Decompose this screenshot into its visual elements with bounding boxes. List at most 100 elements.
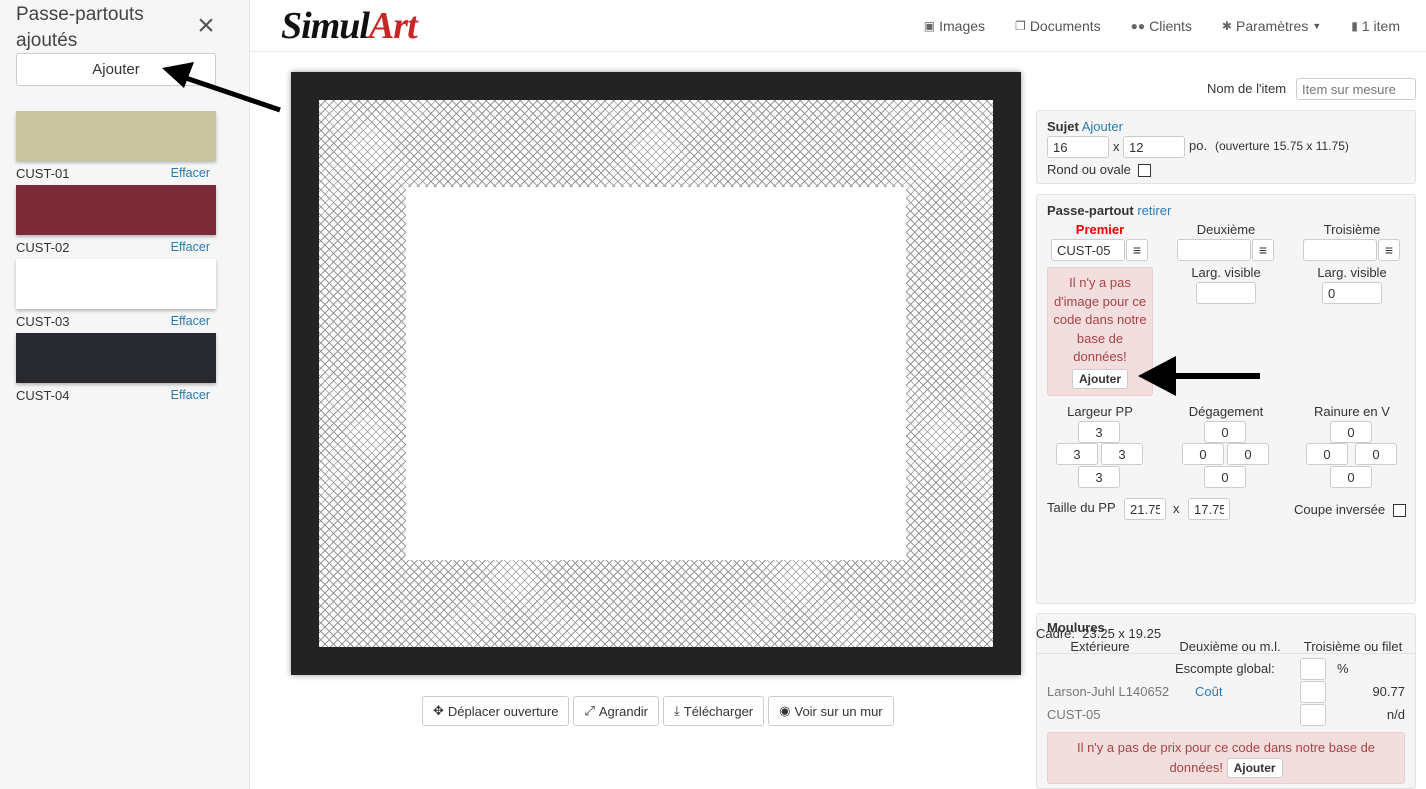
first-mat-label: Premier [1075,222,1125,237]
item-name-input[interactable] [1296,78,1416,100]
mat-item-4[interactable]: CUST-04 Effacer [16,333,216,403]
mat-size-label: Taille du PP [1047,500,1116,515]
reverse-cut-label: Coupe inversée [1294,502,1386,517]
discount-input[interactable] [1300,658,1326,680]
delete-mat-link[interactable]: Effacer [171,240,210,255]
move-icon: ✥ [433,703,444,718]
subject-height-input[interactable] [1123,136,1185,158]
second-visible-label: Larg. visible [1191,265,1261,280]
alert-add-image-button[interactable]: Ajouter [1072,368,1128,389]
file-icon: ▮ [1351,19,1358,33]
mat-panel-title: Passe-partout [1047,203,1134,218]
moulding-price-name: Larson-Juhl L140652 [1047,684,1170,699]
mats-sidebar: Passe-partouts ajoutés × Ajouter CUST-01… [0,0,250,789]
offset-label: Dégagement [1188,404,1264,419]
exterior-label: Extérieure [1070,639,1130,654]
sidebar-title: Passe-partouts ajoutés [16,4,144,51]
mat-code: CUST-02 [16,240,70,255]
mat-code: CUST-03 [16,314,70,329]
delete-mat-link[interactable]: Effacer [171,166,210,181]
round-label: Rond ou ovale [1047,162,1131,177]
third-visible-input[interactable] [1322,282,1382,304]
vgroove-left[interactable] [1306,443,1348,465]
mat-item-3[interactable]: CUST-03 Effacer [16,259,216,329]
image-icon: ▣ [923,19,936,33]
pricing-panel: Escompte global: % Larson-Juhl L140652 C… [1036,653,1416,789]
subject-width-input[interactable] [1047,136,1109,158]
first-mat-input[interactable] [1051,239,1125,261]
mat-width-right[interactable] [1101,443,1143,465]
mat-preview [319,100,993,647]
mat-size-height[interactable] [1188,498,1230,520]
mat-width-label: Largeur PP [1067,404,1133,419]
vgroove-right[interactable] [1355,443,1397,465]
round-checkbox[interactable] [1138,164,1151,177]
subject-title: Sujet [1047,119,1079,134]
mat-code: CUST-01 [16,166,70,181]
opening-size: (ouverture 15.75 x 11.75) [1215,139,1349,153]
item-name-label: Nom de l'item [1207,81,1287,96]
offset-bottom[interactable] [1204,466,1246,488]
mat-width-left[interactable] [1056,443,1098,465]
subject-panel: Sujet Ajouter x po. (ouverture 15.75 x 1… [1036,110,1416,184]
app-logo[interactable]: SimulArt [281,4,418,48]
nav-images[interactable]: ▣ Images [924,18,985,34]
documents-icon: ❐ [1015,19,1026,33]
users-icon: ●● [1130,19,1146,33]
move-opening-button[interactable]: ✥ Déplacer ouverture [422,696,570,726]
vgroove-top[interactable] [1330,421,1372,443]
list-menu-icon[interactable]: ≡ [1126,239,1148,261]
mat-width-bottom[interactable] [1078,466,1120,488]
download-icon: ⤓ [674,703,680,718]
list-menu-icon[interactable]: ≡ [1378,239,1400,261]
eye-icon: ◉ [779,703,791,718]
gear-icon: ✱ [1221,19,1232,33]
enlarge-button[interactable]: ⤢ Agrandir [573,696,660,726]
vgroove-bottom[interactable] [1330,466,1372,488]
preview-actions: ✥ Déplacer ouverture ⤢ Agrandir ⤓ Télécharg… [422,696,894,726]
caret-down-icon: ▼ [1312,21,1322,31]
third-visible-label: Larg. visible [1317,265,1387,280]
alert-add-price-button[interactable]: Ajouter [1226,758,1283,778]
nav-documents[interactable]: ❐ Documents [1015,18,1101,34]
nav-clients[interactable]: ●● Clients [1131,18,1192,34]
frame-size: Cadre: 23.25 x 19.25 [1036,626,1162,641]
mat-item-1[interactable]: CUST-01 Effacer [16,111,216,181]
download-button[interactable]: ⤓ Télécharger [663,696,765,726]
close-icon[interactable]: × [194,11,218,41]
list-menu-icon[interactable]: ≡ [1252,239,1274,261]
mat-item-2[interactable]: CUST-02 Effacer [16,185,216,255]
offset-top[interactable] [1204,421,1246,443]
mat-swatch[interactable] [16,259,216,309]
third-mat-input[interactable] [1303,239,1377,261]
mat-swatch[interactable] [16,185,216,235]
vgroove-label: Rainure en V [1314,404,1390,419]
add-subject-link[interactable]: Ajouter [1082,119,1123,134]
nav-items[interactable]: ▮ 1 item [1351,18,1400,34]
reverse-cut-checkbox[interactable] [1393,504,1406,517]
third-moulding-label: Troisième ou filet [1303,639,1403,654]
mat-swatch[interactable] [16,111,216,161]
mat-price-input[interactable] [1300,704,1326,726]
view-on-wall-button[interactable]: ◉ Voir sur un mur [768,696,894,726]
nav-settings[interactable]: ✱ Paramètres ▼ [1222,18,1321,34]
discount-label: Escompte global: [1175,661,1275,676]
moulding-price: 90.77 [1372,684,1405,699]
artwork-opening[interactable] [406,187,906,560]
mat-swatch[interactable] [16,333,216,383]
annotation-arrow-icon [162,62,281,113]
delete-mat-link[interactable]: Effacer [171,314,210,329]
top-header: SimulArt ▣ Images ❐ Documents ●● Clients… [251,0,1426,52]
mat-size-width[interactable] [1124,498,1166,520]
remove-mat-link[interactable]: retirer [1137,203,1171,218]
third-mat-label: Troisième [1323,222,1381,237]
frame-preview[interactable] [291,72,1021,675]
second-mat-input[interactable] [1177,239,1251,261]
second-visible-input[interactable] [1196,282,1256,304]
cost-link[interactable]: Coût [1195,684,1222,699]
delete-mat-link[interactable]: Effacer [171,388,210,403]
offset-right[interactable] [1227,443,1269,465]
offset-left[interactable] [1182,443,1224,465]
moulding-price-input[interactable] [1300,681,1326,703]
mat-width-top[interactable] [1078,421,1120,443]
